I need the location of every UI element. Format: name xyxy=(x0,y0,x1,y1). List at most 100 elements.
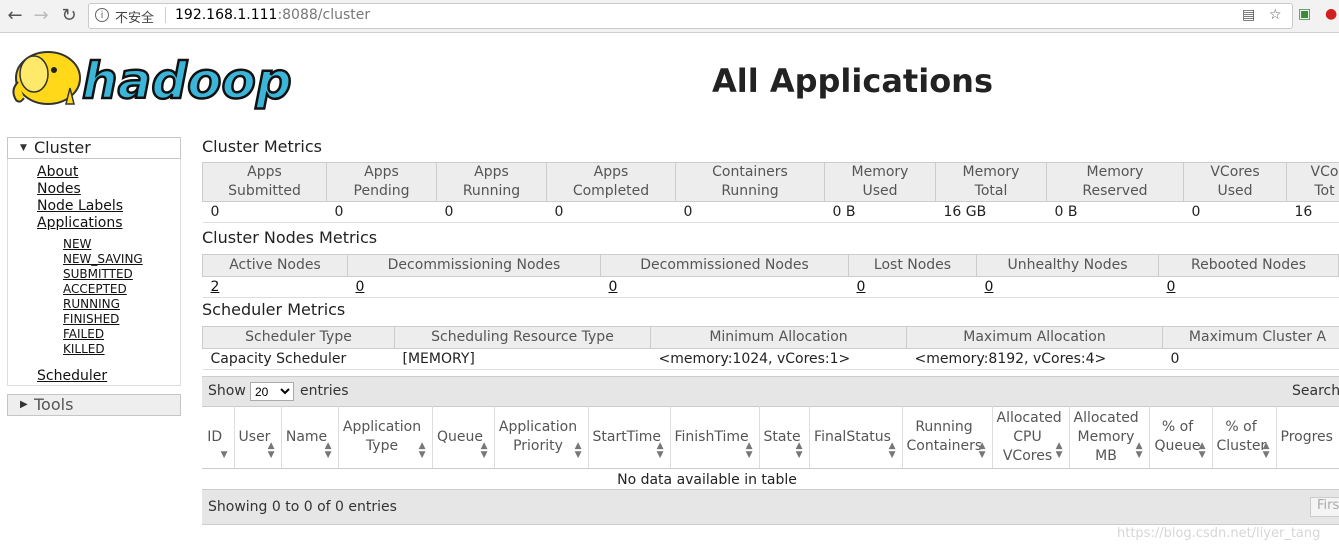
state-link-new-saving[interactable]: NEW_SAVING xyxy=(63,252,180,267)
unhealthy-nodes-link[interactable]: 0 xyxy=(985,279,994,295)
col-apps-running: Apps Running xyxy=(436,162,547,202)
forward-icon[interactable]: → xyxy=(30,5,52,27)
hadoop-logo: hadoop xyxy=(8,40,308,112)
sidebar-link-nodes[interactable]: Nodes xyxy=(37,181,180,198)
maximum-allocation-value: <memory:8192, vCores:4> xyxy=(906,348,1163,370)
col-scheduling-resource-type: Scheduling Resource Type xyxy=(394,326,651,349)
col-queue[interactable]: Queue ▲ ▼ xyxy=(432,406,495,469)
address-bar[interactable]: i 不安全 192.168.1.111:8088/cluster ▤ ☆ xyxy=(88,3,1293,29)
sort-icon: ▲ ▼ xyxy=(795,441,803,460)
page-title: All Applications xyxy=(712,62,993,100)
nodes-metrics-header-row: Active Nodes Decommissioning Nodes Decom… xyxy=(202,254,1339,277)
col-lost-nodes: Lost Nodes xyxy=(848,254,977,277)
scheduler-metrics-title: Scheduler Metrics xyxy=(202,300,346,319)
cluster-label: Cluster xyxy=(34,138,91,157)
col-final-status[interactable]: FinalStatus ▲ ▼ xyxy=(809,406,903,469)
decommissioned-nodes-link[interactable]: 0 xyxy=(609,279,618,295)
col-user[interactable]: User ▲ ▼ xyxy=(234,406,282,469)
maximum-priority-value: 0 xyxy=(1162,348,1339,370)
scheduler-metrics-header-row: Scheduler Type Scheduling Resource Type … xyxy=(202,326,1339,349)
col-name[interactable]: Name ▲ ▼ xyxy=(281,406,339,469)
col-allocated-cpu-vcores[interactable]: Allocated CPU VCores ▲ ▼ xyxy=(992,406,1070,469)
app-state-list: NEW NEW_SAVING SUBMITTED ACCEPTED RUNNIN… xyxy=(37,237,180,357)
state-link-finished[interactable]: FINISHED xyxy=(63,312,180,327)
sort-icon: ▲ ▼ xyxy=(1135,441,1143,460)
col-state[interactable]: State ▲ ▼ xyxy=(759,406,810,469)
hadoop-wordmark: hadoop xyxy=(82,52,292,110)
col-id[interactable]: ID ▼ xyxy=(202,406,235,469)
sort-icon: ▲ ▼ xyxy=(745,441,753,460)
col-maximum-allocation: Maximum Allocation xyxy=(906,326,1163,349)
col-rebooted-nodes: Rebooted Nodes xyxy=(1158,254,1339,277)
sidebar: ▼ Cluster About Nodes Node Labels Applic… xyxy=(7,137,181,416)
extension-red-icon[interactable]: ● xyxy=(1325,6,1337,22)
show-label: Show xyxy=(208,383,246,399)
state-link-killed[interactable]: KILLED xyxy=(63,342,180,357)
security-label: 不安全 xyxy=(115,11,155,26)
metric-value: 0 xyxy=(326,201,437,223)
col-containers-running: Containers Running xyxy=(675,162,825,202)
apps-table-toolbar: Show 20 entries Search xyxy=(202,376,1339,407)
col-memory-total: Memory Total xyxy=(935,162,1047,202)
tools-label: Tools xyxy=(34,395,74,414)
sort-icon: ▲ ▼ xyxy=(1055,441,1063,460)
state-link-new[interactable]: NEW xyxy=(63,237,180,252)
rebooted-nodes-link[interactable]: 0 xyxy=(1167,279,1176,295)
state-link-failed[interactable]: FAILED xyxy=(63,327,180,342)
sidebar-link-scheduler[interactable]: Scheduler xyxy=(37,368,180,385)
nodes-metrics-table: Active Nodes Decommissioning Nodes Decom… xyxy=(202,254,1339,298)
sort-icon: ▲ ▼ xyxy=(480,441,488,460)
col-running-containers[interactable]: Running Containers ▲ ▼ xyxy=(902,406,993,469)
bookmark-star-icon[interactable]: ☆ xyxy=(1269,7,1282,23)
state-link-accepted[interactable]: ACCEPTED xyxy=(63,282,180,297)
decommissioning-nodes-link[interactable]: 0 xyxy=(356,279,365,295)
address-separator xyxy=(165,7,166,23)
state-link-submitted[interactable]: SUBMITTED xyxy=(63,267,180,282)
metric-value: 0 B xyxy=(1046,201,1184,223)
translate-icon[interactable]: ▤ xyxy=(1242,7,1255,23)
url-text[interactable]: 192.168.1.111:8088/cluster xyxy=(175,7,370,23)
sort-desc-icon: ▼ xyxy=(220,450,228,460)
col-percent-of-queue[interactable]: % of Queue ▲ ▼ xyxy=(1149,406,1213,469)
extension-icon[interactable]: ▣ xyxy=(1298,6,1311,22)
sidebar-link-node-labels[interactable]: Node Labels xyxy=(37,198,180,215)
metric-value: 0 xyxy=(1183,201,1287,223)
tools-accordion-header[interactable]: ▶ Tools xyxy=(7,394,181,416)
col-decommissioning-nodes: Decommissioning Nodes xyxy=(347,254,601,277)
col-finish-time[interactable]: FinishTime ▲ ▼ xyxy=(670,406,760,469)
col-start-time[interactable]: StartTime ▲ ▼ xyxy=(588,406,671,469)
sidebar-link-applications[interactable]: Applications xyxy=(37,215,180,232)
triangle-right-icon: ▶ xyxy=(20,399,28,410)
reload-icon[interactable]: ↻ xyxy=(58,5,80,27)
col-progress[interactable]: Progres xyxy=(1276,406,1339,469)
browser-toolbar: ← → ↻ i 不安全 192.168.1.111:8088/cluster ▤… xyxy=(0,0,1339,33)
active-nodes-link[interactable]: 2 xyxy=(211,279,220,295)
sort-icon: ▲ ▼ xyxy=(978,441,986,460)
first-page-button[interactable]: Firs xyxy=(1310,497,1339,517)
back-icon[interactable]: ← xyxy=(4,5,26,27)
col-allocated-memory-mb[interactable]: Allocated Memory MB ▲ ▼ xyxy=(1069,406,1150,469)
col-application-type[interactable]: Application Type ▲ ▼ xyxy=(338,406,433,469)
info-icon[interactable]: i xyxy=(95,8,109,22)
col-memory-used: Memory Used xyxy=(824,162,936,202)
col-maximum-cluster-application-priority: Maximum Cluster A xyxy=(1162,326,1339,349)
sidebar-link-about[interactable]: About xyxy=(37,164,180,181)
col-percent-of-cluster[interactable]: % of Cluster ▲ ▼ xyxy=(1212,406,1277,469)
state-link-running[interactable]: RUNNING xyxy=(63,297,180,312)
url-host: 192.168.1.111 xyxy=(175,7,278,23)
entries-label: entries xyxy=(300,383,349,399)
url-path: :8088/cluster xyxy=(277,7,371,23)
table-info: Showing 0 to 0 of 0 entries xyxy=(208,499,397,515)
lost-nodes-link[interactable]: 0 xyxy=(857,279,866,295)
page-size-select[interactable]: 20 xyxy=(250,382,294,401)
metric-value: 0 xyxy=(675,201,825,223)
cluster-menu: About Nodes Node Labels Applications NEW… xyxy=(7,159,181,386)
metric-value: 16 GB xyxy=(935,201,1047,223)
cluster-accordion-header[interactable]: ▼ Cluster xyxy=(7,137,181,159)
col-application-priority[interactable]: Application Priority ▲ ▼ xyxy=(494,406,589,469)
cluster-metrics-header-row: Apps Submitted Apps Pending Apps Running Ap… xyxy=(202,162,1339,202)
resource-type-value: [MEMORY] xyxy=(394,348,651,370)
metric-value: 0 B xyxy=(824,201,936,223)
col-decommissioned-nodes: Decommissioned Nodes xyxy=(600,254,849,277)
col-unhealthy-nodes: Unhealthy Nodes xyxy=(976,254,1159,277)
